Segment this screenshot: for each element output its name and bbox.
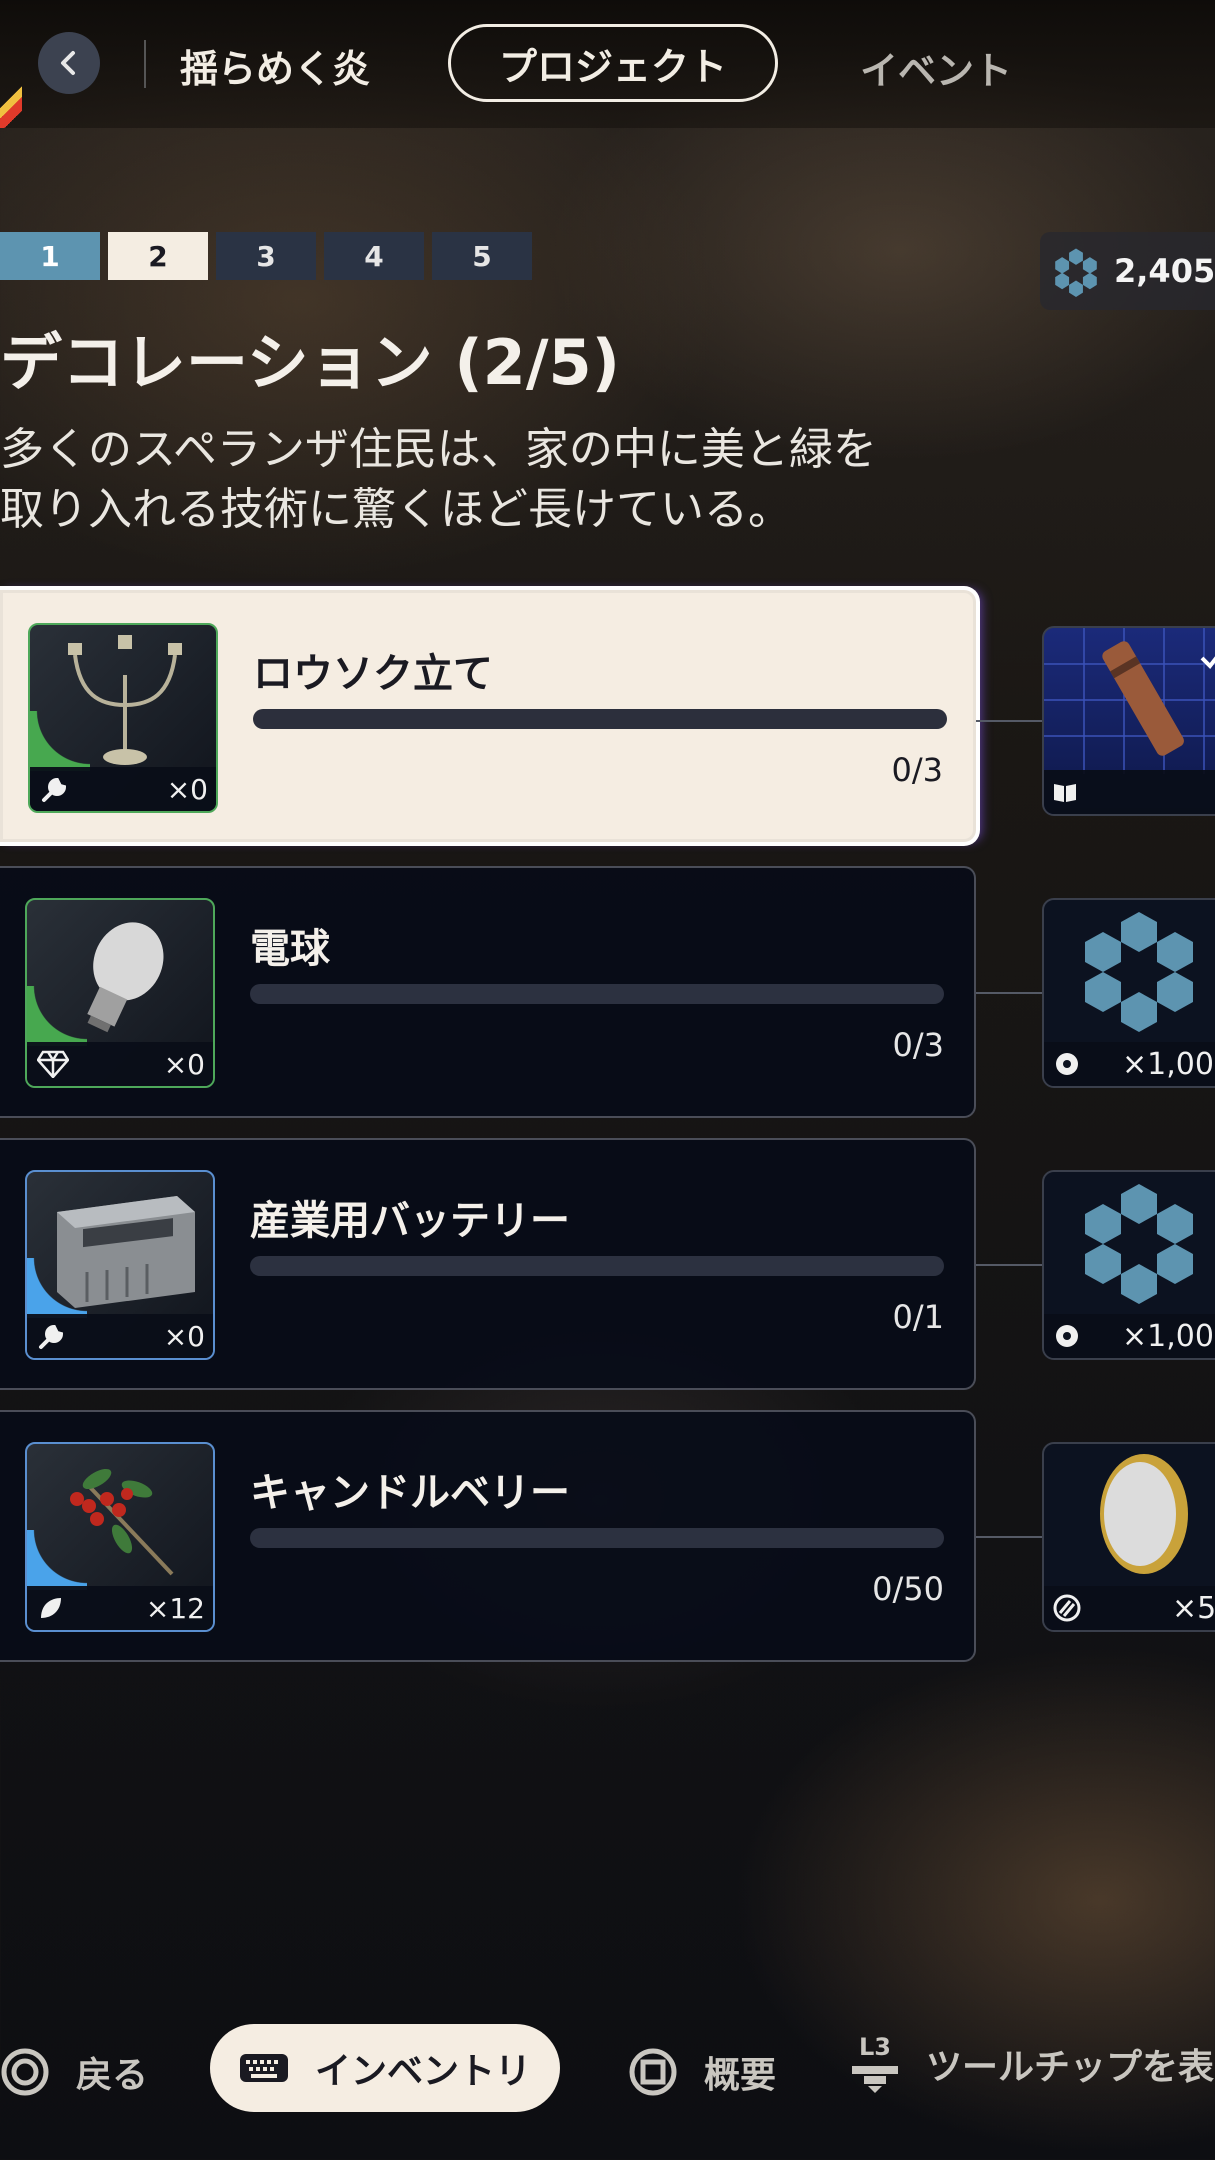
reward-footer: ×1,000 [1044,1314,1215,1358]
hex-token-large [1085,912,1193,1032]
coin-image [1100,1454,1188,1574]
thumb-footer: ×0 [30,767,216,811]
step-indicator: 1 2 3 4 5 [0,232,532,280]
bottom-bar: 戻る インベントリ 概要 L3 ツールチップを表 [0,2020,1215,2120]
reward-token[interactable]: ×1,000 [1042,1170,1215,1360]
gem-icon [37,1050,69,1078]
item-thumbnail: ×12 [25,1442,215,1632]
item-name: 産業用バッテリー [250,1198,570,1244]
thumb-footer: ×0 [27,1314,213,1358]
currency-display: 2,405 [1040,232,1215,310]
tooltip-action[interactable]: L3 ツールチップを表 [850,2034,1214,2094]
battery-image [57,1196,195,1308]
step-4[interactable]: 4 [324,232,424,280]
owned-count: ×0 [163,1319,205,1353]
back-action[interactable]: 戻る [0,2046,148,2098]
wrench-icon [42,777,67,802]
progress-bar [250,1528,944,1548]
square-button-icon [629,2048,677,2096]
item-progress: 0/3 [891,751,944,789]
project-title: デコレーション (2/5) [0,326,620,399]
l3-stick-icon: L3 [850,2034,900,2094]
coin-icon [1053,1594,1081,1622]
reward-token[interactable]: ×1,000 [1042,898,1215,1088]
item-progress: 0/50 [872,1570,944,1608]
overview-label: 概要 [704,2055,777,2096]
stick-base-icon [852,2066,898,2093]
accent-stripe [0,80,22,128]
item-progress: 0/3 [892,1026,945,1064]
blueprint-icon [1054,784,1076,802]
inventory-label: インベントリ [314,2051,531,2092]
header-divider [144,40,146,88]
reward-coin[interactable]: ×50 [1042,1442,1215,1632]
reward-count: ×1,000 [1122,1318,1215,1354]
item-thumbnail: ×0 [25,1170,215,1360]
tooltip-label: ツールチップを表 [926,2047,1215,2088]
leaf-icon [41,1598,61,1618]
candlestick-image [68,635,182,765]
gear-icon [1056,1325,1078,1347]
description-line-2: 取り入れる技術に驚くほど長けている。 [0,484,792,535]
reward-connector [976,1264,1042,1266]
owned-count: ×0 [166,772,208,806]
project-description: 多くのスペランザ住民は、家の中に美と緑を 取り入れる技術に驚くほど長けている。 [0,420,980,540]
tab-event[interactable]: イベント [860,40,1012,95]
step-3[interactable]: 3 [216,232,316,280]
reward-count: ×50 [1172,1590,1215,1626]
inventory-button[interactable]: インベントリ [210,2024,560,2112]
back-button[interactable] [38,32,100,94]
blueprint-grid [1044,628,1215,774]
item-card-candlestick[interactable]: ×0 ロウソク立て 0/3 [0,590,976,842]
item-name: ロウソク立て [253,651,493,697]
item-name: キャンドルベリー [250,1470,570,1516]
chevron-left-icon [61,51,75,75]
progress-bar [250,1256,944,1276]
l3-label: L3 [859,2033,891,2061]
reward-connector [976,992,1042,994]
step-1[interactable]: 1 [0,232,100,280]
item-card-light-bulb[interactable]: ×0 電球 0/3 [0,866,976,1118]
hex-token-icon [1055,248,1097,297]
owned-count: ×0 [163,1047,205,1081]
item-card-candleberry[interactable]: ×12 キャンドルベリー 0/50 [0,1410,976,1662]
page-title: 揺らめく炎 [180,47,371,91]
light-bulb-image [87,922,164,1033]
thumb-footer: ×12 [27,1586,213,1630]
progress-bar [250,984,944,1004]
item-thumbnail: ×0 [25,898,215,1088]
description-line-1: 多くのスペランザ住民は、家の中に美と緑を [0,424,877,475]
currency-value: 2,405 [1114,252,1215,290]
item-card-battery[interactable]: ×0 産業用バッテリー 0/1 [0,1138,976,1390]
item-name: 電球 [250,926,330,972]
hex-token-large [1085,1184,1193,1304]
tab-project[interactable]: プロジェクト [448,24,778,102]
owned-count: ×12 [145,1591,205,1625]
reward-count: ×1,000 [1122,1046,1215,1082]
reward-footer: ×1,000 [1044,1042,1215,1086]
item-progress: 0/1 [892,1298,945,1336]
reward-blueprint[interactable] [1042,626,1215,816]
reward-connector [976,1536,1042,1538]
reward-footer: ×50 [1044,1586,1215,1630]
keyboard-icon [239,2054,288,2082]
step-5[interactable]: 5 [432,232,532,280]
reward-connector [976,720,1042,722]
circle-button-icon [1,2048,49,2096]
back-label: 戻る [76,2055,149,2096]
thumb-footer: ×0 [27,1042,213,1086]
progress-bar [253,709,947,729]
step-2[interactable]: 2 [108,232,208,280]
overview-action[interactable]: 概要 [628,2046,776,2098]
wrench-icon [39,1324,64,1349]
candleberry-image [70,1468,174,1576]
reward-footer [1044,770,1215,814]
item-thumbnail: ×0 [28,623,218,813]
gear-icon [1056,1053,1078,1075]
